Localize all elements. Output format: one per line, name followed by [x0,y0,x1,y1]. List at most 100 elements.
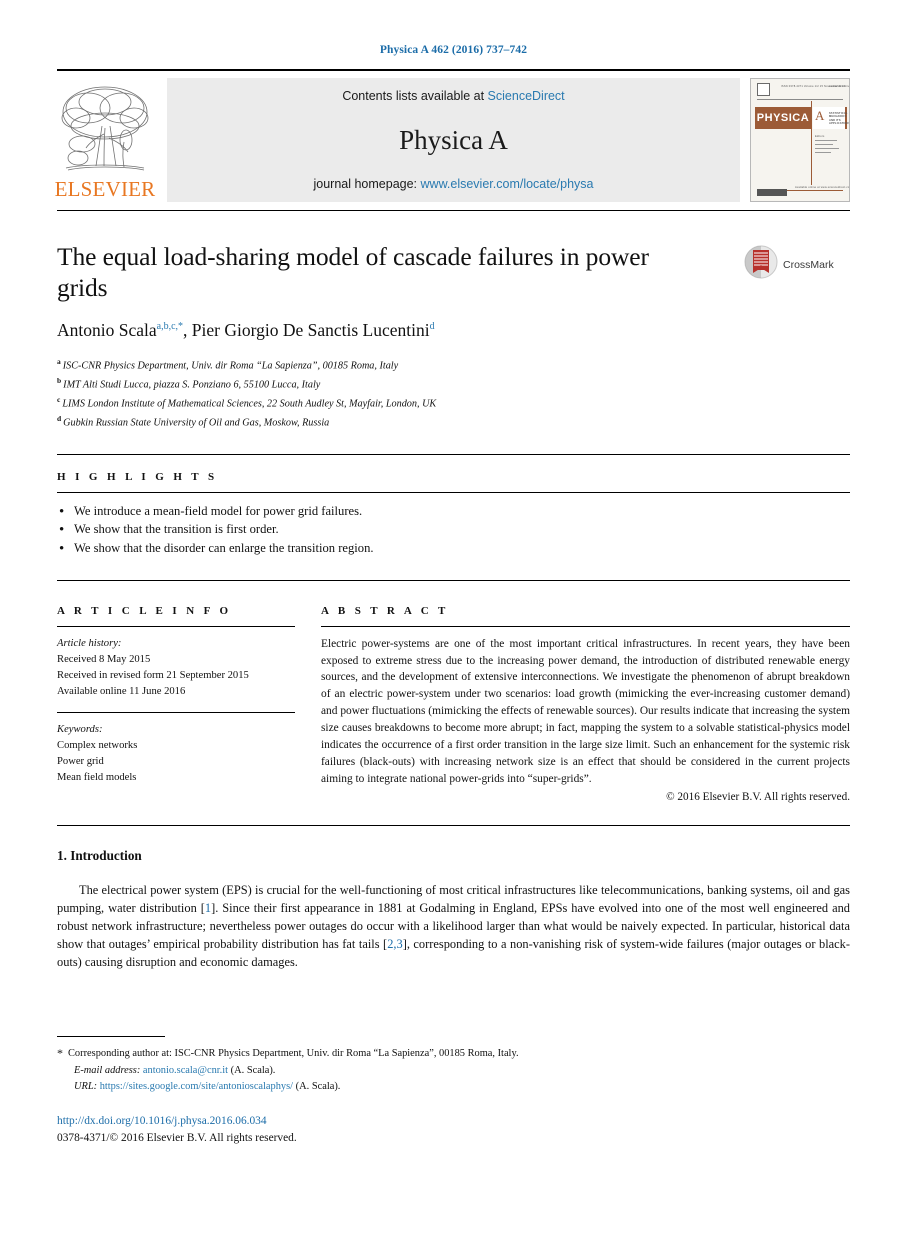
footnote-block: * Corresponding author at: ISC-CNR Physic… [57,1044,850,1096]
highlights-heading: H I G H L I G H T S [57,470,218,483]
cover-publisher-logo-icon [757,83,770,96]
url-note: URL: https://sites.google.com/site/anton… [57,1079,850,1095]
footer-block: http://dx.doi.org/10.1016/j.physa.2016.0… [57,1113,297,1146]
crossmark-label: CrossMark [783,258,834,271]
affiliation-text: Gubkin Russian State University of Oil a… [63,417,330,429]
affiliation-text: IMT Alti Studi Lucca, piazza S. Ponziano… [63,379,321,391]
cover-vertical-rule [811,101,812,185]
elsevier-tree-icon [60,82,150,178]
list-item: We introduce a mean-field model for powe… [57,501,850,523]
footnote-rule [57,1036,165,1037]
author-name-1: Antonio Scala [57,320,157,341]
masthead-bottom-rule [57,210,850,211]
affiliation-mark: b [57,376,62,386]
cover-line [815,148,839,149]
keyword-item: Mean field models [57,772,137,784]
abstract-copyright: © 2016 Elsevier B.V. All rights reserved… [666,790,850,803]
abstract-text: Electric power-systems are one of the mo… [321,637,850,785]
author-affiliation-mark-1[interactable]: a,b,c,* [157,321,183,332]
affiliation-text: LIMS London Institute of Mathematical Sc… [62,398,437,410]
cover-subtitle: STATISTICAL MECHANICS AND ITS APPLICATIO… [829,112,850,126]
cover-top-divider [757,99,843,100]
masthead-center-panel: Contents lists available at ScienceDirec… [167,78,740,202]
issn-copyright: 0378-4371/© 2016 Elsevier B.V. All right… [57,1131,297,1144]
keywords-divider [57,712,295,714]
affiliation-item: b IMT Alti Studi Lucca, piazza S. Ponzian… [57,375,850,394]
running-head: Physica A 462 (2016) 737–742 [379,44,528,56]
citation-ref-2-3[interactable]: 2,3 [387,937,403,951]
journal-masthead: ELSEVIER Contents lists available at Sci… [54,69,850,202]
article-history-label: Article history: [57,637,122,649]
affiliation-mark: a [57,357,61,367]
email-link[interactable]: antonio.scala@cnr.it [143,1065,228,1076]
section-heading-introduction: 1. Introduction [57,847,142,863]
title-block: CrossMark The equal load-sharing model o… [57,241,850,432]
keywords-block: Keywords: Complex networks Power grid Me… [57,722,295,786]
elsevier-logo: ELSEVIER [54,78,156,202]
homepage-prefix: journal homepage: [313,177,421,191]
author-affiliation-mark-2[interactable]: d [430,321,435,332]
keyword-item: Complex networks [57,740,138,752]
affiliation-text: ISC-CNR Physics Department, Univ. dir Ro… [62,360,399,372]
affiliation-mark: c [57,395,61,405]
list-item: We show that the disorder can enlarge th… [57,538,850,560]
abstract-top-rule [57,579,850,581]
history-line: Available online 11 June 2016 [57,686,186,697]
corresponding-author-text: Corresponding author at: ISC-CNR Physics… [68,1048,519,1059]
homepage-line: journal homepage: www.elsevier.com/locat… [313,177,593,191]
email-note: E-mail address: antonio.scala@cnr.it (A.… [57,1063,850,1079]
keyword-item: Power grid [57,756,104,768]
affiliation-item: a ISC-CNR Physics Department, Univ. dir R… [57,356,850,375]
cover-line [815,144,833,145]
highlights-divider [57,491,850,493]
cover-line [815,152,831,153]
email-label: E-mail address: [74,1064,141,1076]
journal-cover-thumbnail: ISSN 0378-4371 Volume 1/2 15 November 20… [750,78,850,202]
abstract-column: A B S T R A C T Electric power-systems a… [321,605,850,803]
cover-footer-logo-icon [757,189,787,196]
highlights-top-rule [57,453,850,455]
url-label: URL: [74,1081,98,1093]
article-info-column: A R T I C L E I N F O Article history: R… [57,605,295,803]
affiliation-item: c LIMS London Institute of Mathematical S… [57,394,850,413]
cover-issn-text: Available online [829,85,850,88]
corresponding-author-note: * Corresponding author at: ISC-CNR Physic… [57,1044,850,1063]
contents-line: Contents lists available at ScienceDirec… [342,89,564,103]
cover-a-letter: A [815,108,825,123]
crossmark-badge[interactable]: CrossMark [744,245,850,284]
keywords-label: Keywords: [57,724,103,736]
sciencedirect-link[interactable]: ScienceDirect [488,89,565,103]
author-list: Antonio Scalaa,b,c,*, Pier Giorgio De Sa… [57,320,850,341]
author-name-2: , Pier Giorgio De Sanctis Lucentini [183,320,430,341]
highlights-list: We introduce a mean-field model for powe… [57,501,850,560]
article-history-block: Article history: Received 8 May 2015 Rec… [57,636,295,700]
cover-line [815,140,837,141]
cover-editors-label: Editors [815,135,825,138]
list-item: We show that the transition is first ord… [57,519,850,541]
doi-link[interactable]: http://dx.doi.org/10.1016/j.physa.2016.0… [57,1113,297,1130]
contents-prefix: Contents lists available at [342,89,488,103]
cover-footer-text: Available online at www.sciencedirect.co… [795,186,850,189]
journal-homepage-link[interactable]: www.elsevier.com/locate/physa [421,177,594,191]
paper-page: Physica A 462 (2016) 737–742 ELSEVIER Co… [0,0,907,1238]
body-top-rule [57,824,850,826]
author-url-link[interactable]: https://sites.google.com/site/antoniosca… [100,1081,293,1092]
asterisk-icon: * [57,1046,63,1060]
info-abstract-row: A R T I C L E I N F O Article history: R… [57,605,850,803]
history-line: Received 8 May 2015 [57,653,151,665]
article-info-heading: A R T I C L E I N F O [57,604,232,617]
url-suffix: (A. Scala). [295,1081,341,1093]
abstract-heading: A B S T R A C T [321,604,449,617]
highlights-section: H I G H L I G H T S We introduce a mean-… [57,470,850,560]
affiliation-item: d Gubkin Russian State University of Oil … [57,413,850,432]
crossmark-icon [744,245,778,284]
abstract-divider [321,625,850,627]
journal-title: Physica A [399,124,508,155]
cover-physica-band: PHYSICA [755,107,811,129]
page-title: The equal load-sharing model of cascade … [57,242,649,303]
email-suffix: (A. Scala). [230,1064,276,1076]
affiliation-mark: d [57,413,62,423]
history-line: Received in revised form 21 September 20… [57,669,249,681]
elsevier-wordmark: ELSEVIER [54,177,156,201]
affiliation-list: a ISC-CNR Physics Department, Univ. dir R… [57,356,850,432]
